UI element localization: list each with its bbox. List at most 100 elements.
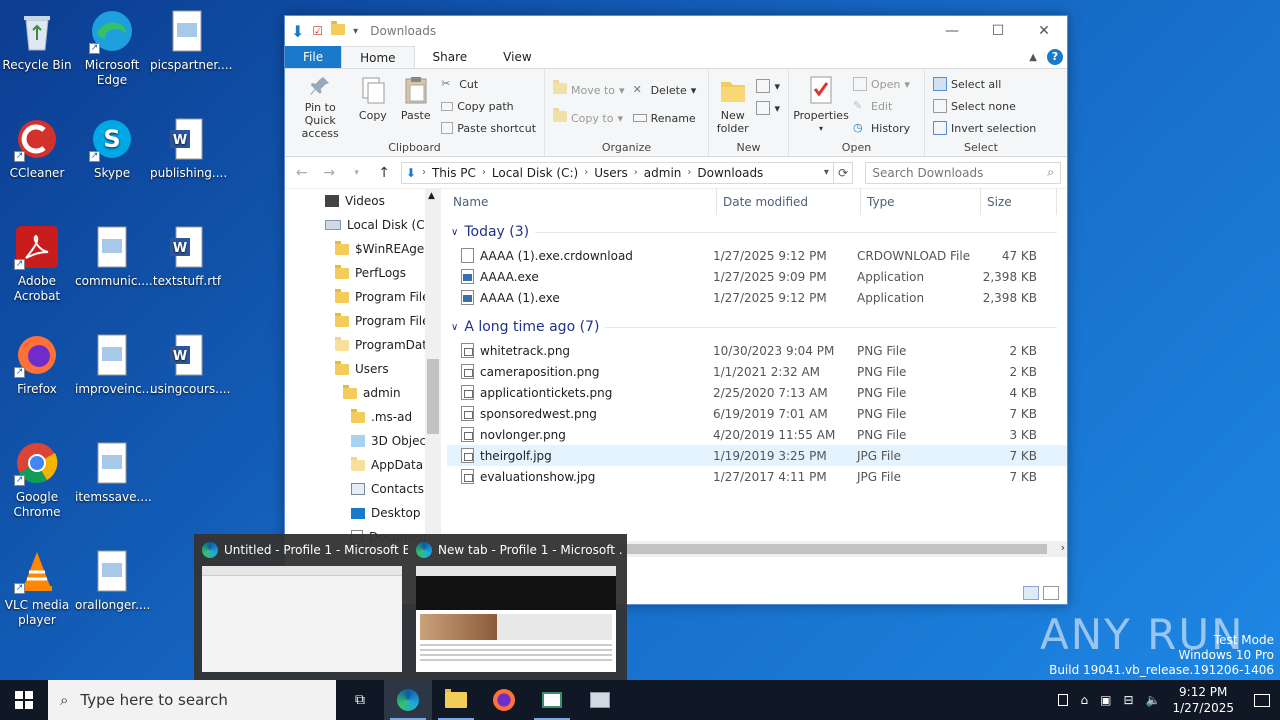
tab-share[interactable]: Share <box>415 46 486 68</box>
horizontal-scrollbar-thumb[interactable] <box>591 544 1047 554</box>
move-to-button[interactable]: Move to ▾ <box>553 80 625 100</box>
tab-home[interactable]: Home <box>341 46 415 68</box>
breadcrumb-local-disk[interactable]: Local Disk (C:) <box>492 166 578 180</box>
nav-scrollbar[interactable]: ▲ <box>425 189 441 557</box>
open-button[interactable]: Open ▾ <box>853 74 910 94</box>
delete-button[interactable]: ✕ Delete ▾ <box>633 80 697 100</box>
file-row[interactable]: AAAA (1).exe.crdownload 1/27/2025 9:12 P… <box>447 245 1067 266</box>
maximize-button[interactable]: ☐ <box>975 16 1021 46</box>
new-item-button[interactable]: ▾ <box>756 76 780 96</box>
desktop-icon-firefox[interactable]: ↗ Firefox <box>0 332 74 397</box>
desktop-icon-vlc[interactable]: ↗ VLC media player <box>0 548 74 628</box>
minimize-button[interactable]: — <box>929 16 975 46</box>
nav-item-program-files-x86[interactable]: Program Files <box>285 309 441 333</box>
nav-item-users[interactable]: Users <box>285 357 441 381</box>
scroll-right-icon[interactable]: › <box>1061 541 1065 554</box>
group-header-today[interactable]: ∨ Today (3) <box>447 219 1067 245</box>
properties-button[interactable]: Properties ▾ <box>793 72 849 140</box>
file-row[interactable]: applicationtickets.png 2/25/2020 7:13 AM… <box>447 382 1067 403</box>
breadcrumb-users[interactable]: Users <box>594 166 628 180</box>
recent-locations-icon[interactable]: ▾ <box>346 168 367 178</box>
file-row-selected[interactable]: theirgolf.jpg 1/19/2019 3:25 PM JPG File… <box>447 445 1067 466</box>
file-row[interactable]: AAAA (1).exe 1/27/2025 9:12 PM Applicati… <box>447 287 1067 308</box>
desktop-icon-improveinc[interactable]: improveinc.... <box>75 332 157 397</box>
column-header-date[interactable]: Date modified <box>717 189 861 215</box>
invert-selection-button[interactable]: Invert selection <box>933 118 1036 138</box>
copy-path-button[interactable]: Copy path <box>441 96 536 116</box>
edit-button[interactable]: ✎ Edit <box>853 96 910 116</box>
copy-to-button[interactable]: Copy to ▾ <box>553 108 625 128</box>
new-folder-quick-icon[interactable] <box>331 21 346 38</box>
nav-item-videos[interactable]: Videos <box>285 189 441 213</box>
paste-button[interactable]: Paste <box>394 72 437 140</box>
taskbar-app-network[interactable] <box>576 680 624 720</box>
taskbar-file-explorer[interactable] <box>432 680 480 720</box>
usb-icon[interactable]: ⌂ <box>1080 693 1088 707</box>
column-header-name[interactable]: Name <box>447 189 717 215</box>
tab-view[interactable]: View <box>485 46 549 68</box>
desktop-icon-chrome[interactable]: ↗ Google Chrome <box>0 440 74 520</box>
breadcrumb-admin[interactable]: admin <box>644 166 682 180</box>
desktop-icon-recycle-bin[interactable]: Recycle Bin <box>0 8 74 73</box>
desktop-icon-textstuff[interactable]: W textstuff.rtf <box>150 224 224 289</box>
address-bar[interactable]: ⬇ › This PC › Local Disk (C:) › Users › … <box>400 161 834 184</box>
desktop-icon-acrobat[interactable]: ↗ Adobe Acrobat <box>0 224 74 304</box>
desktop-icon-publishing[interactable]: W publishing.... <box>150 116 227 181</box>
nav-item-local-disk[interactable]: Local Disk (C:) <box>285 213 441 237</box>
scroll-up-icon[interactable]: ▲ <box>428 191 435 201</box>
history-button[interactable]: ◷ History <box>853 118 910 138</box>
start-button[interactable] <box>0 680 48 720</box>
network-icon[interactable]: ⊟ <box>1123 693 1133 707</box>
nav-item-contacts[interactable]: Contacts <box>285 477 441 501</box>
breadcrumb-downloads[interactable]: Downloads <box>697 166 763 180</box>
help-icon[interactable]: ? <box>1047 49 1063 65</box>
clock[interactable]: 9:12 PM 1/27/2025 <box>1172 684 1234 716</box>
pin-to-quick-access-button[interactable]: Pin to Quick access <box>289 72 351 140</box>
display-icon[interactable]: ▣ <box>1100 693 1111 707</box>
properties-quick-icon[interactable]: ☑ <box>312 24 323 38</box>
taskbar-search-box[interactable]: ⌕ Type here to search <box>48 680 336 720</box>
select-none-button[interactable]: Select none <box>933 96 1036 116</box>
file-row[interactable]: AAAA.exe 1/27/2025 9:09 PM Application 2… <box>447 266 1067 287</box>
rename-button[interactable]: Rename <box>632 108 697 128</box>
close-button[interactable]: ✕ <box>1021 16 1067 46</box>
file-row[interactable]: sponsoredwest.png 6/19/2019 7:01 AM PNG … <box>447 403 1067 424</box>
breadcrumb-this-pc[interactable]: This PC <box>432 166 476 180</box>
taskbar-edge[interactable] <box>384 680 432 720</box>
file-row[interactable]: evaluationshow.jpg 1/27/2017 4:11 PM JPG… <box>447 466 1067 487</box>
cut-button[interactable]: ✂ Cut <box>441 74 536 94</box>
notification-area-icon[interactable] <box>1058 694 1069 706</box>
thumbnail-edge-new-tab[interactable]: New tab - Profile 1 - Microsoft ... <box>412 540 626 674</box>
desktop-icon-usingcours[interactable]: W usingcours.... <box>150 332 230 397</box>
tab-file[interactable]: File <box>285 46 342 68</box>
thumbnail-edge-untitled[interactable]: Untitled - Profile 1 - Microsoft E... <box>198 540 412 674</box>
group-header-long-time-ago[interactable]: ∨ A long time ago (7) <box>447 314 1067 340</box>
refresh-button[interactable]: ⟳ <box>833 161 854 184</box>
easy-access-button[interactable]: ▾ <box>756 98 780 118</box>
nav-item-appdata[interactable]: AppData <box>285 453 441 477</box>
large-icons-view-button[interactable] <box>1043 586 1059 600</box>
task-view-button[interactable]: ⧉ <box>336 680 384 720</box>
nav-item-winreagent[interactable]: $WinREAgent <box>285 237 441 261</box>
file-row[interactable]: cameraposition.png 1/1/2021 2:32 AM PNG … <box>447 361 1067 382</box>
up-button[interactable]: ↑ <box>373 165 394 181</box>
desktop-icon-orallonger[interactable]: orallonger.... <box>75 548 150 613</box>
file-row[interactable]: whitetrack.png 10/30/2023 9:04 PM PNG Fi… <box>447 340 1067 361</box>
nav-item-desktop[interactable]: Desktop <box>285 501 441 525</box>
new-folder-button[interactable]: New folder <box>713 72 752 140</box>
select-all-button[interactable]: Select all <box>933 74 1036 94</box>
nav-item-admin[interactable]: admin <box>285 381 441 405</box>
column-header-size[interactable]: Size <box>981 189 1057 215</box>
column-header-type[interactable]: Type <box>861 189 981 215</box>
file-row[interactable]: novlonger.png 4/20/2019 11:55 AM PNG Fil… <box>447 424 1067 445</box>
details-view-button[interactable] <box>1023 586 1039 600</box>
collapse-ribbon-icon[interactable]: ▲ <box>1029 52 1037 63</box>
taskbar-app-window[interactable] <box>528 680 576 720</box>
paste-shortcut-button[interactable]: Paste shortcut <box>441 118 536 138</box>
taskbar-firefox[interactable] <box>480 680 528 720</box>
nav-item-ms-ad[interactable]: .ms-ad <box>285 405 441 429</box>
desktop-icon-itemssave[interactable]: itemssave.... <box>75 440 152 505</box>
customize-toolbar-icon[interactable]: ▾ <box>353 26 358 37</box>
desktop-icon-picspartner[interactable]: picspartner.... <box>150 8 233 73</box>
desktop-icon-skype[interactable]: S ↗ Skype <box>75 116 149 181</box>
